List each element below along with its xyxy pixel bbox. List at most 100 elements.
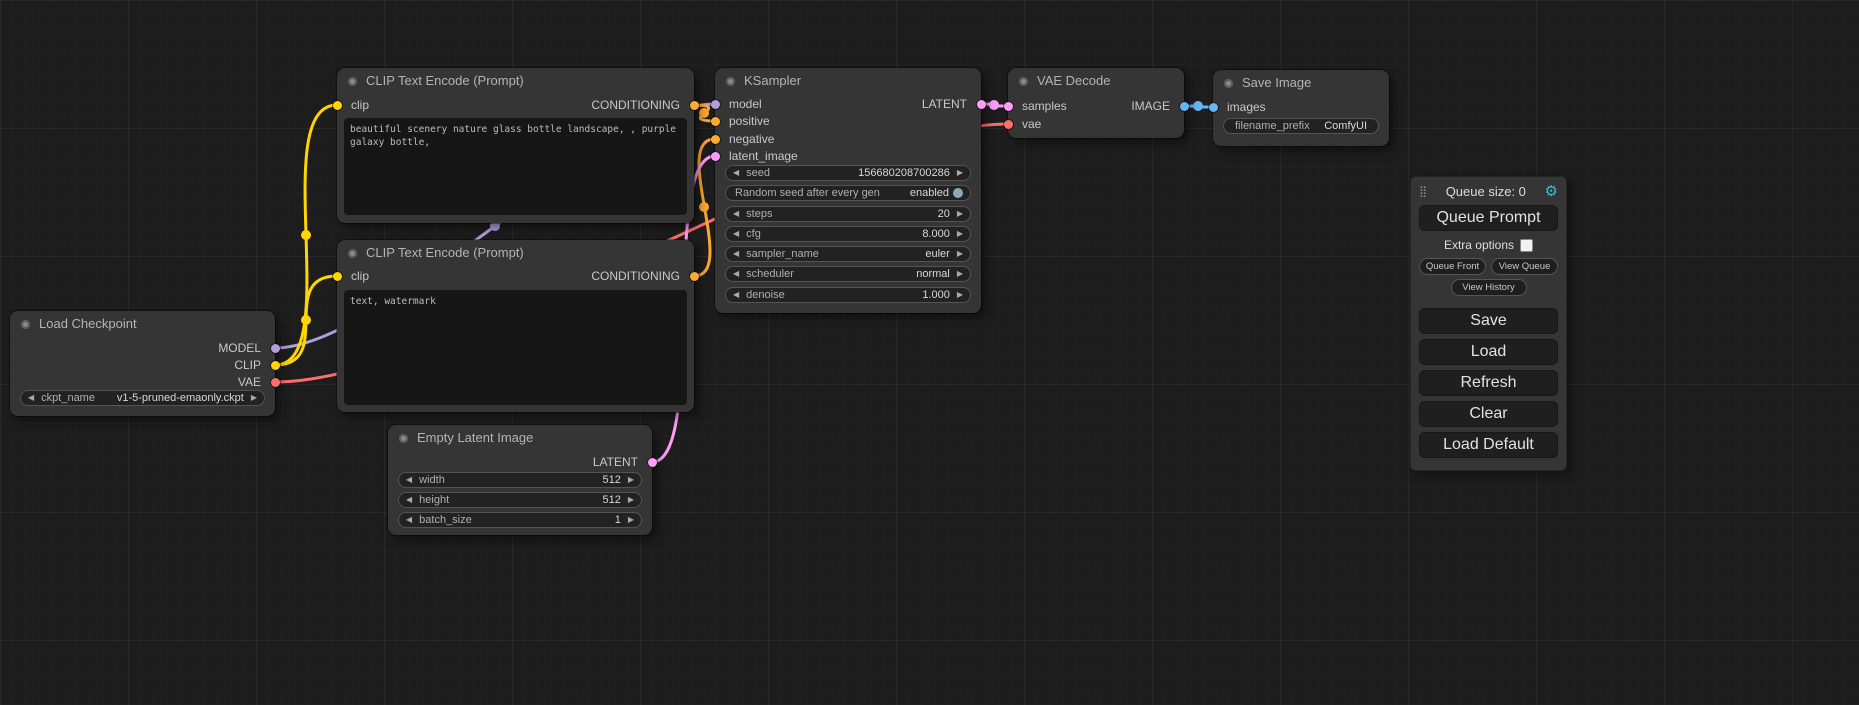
increment-arrow-icon[interactable]: ▶ xyxy=(957,227,963,241)
output-port-latent[interactable] xyxy=(648,458,657,467)
node-title: VAE Decode xyxy=(1037,73,1110,88)
queue-prompt-button[interactable]: Queue Prompt xyxy=(1419,205,1558,231)
increment-arrow-icon[interactable]: ▶ xyxy=(628,473,634,487)
node-title-bar[interactable]: CLIP Text Encode (Prompt) xyxy=(337,240,694,266)
output-port-model[interactable] xyxy=(271,344,280,353)
node-graph-canvas[interactable]: Load Checkpoint MODEL CLIP VAE ◀ ckpt_na… xyxy=(0,0,1859,705)
prompt-textarea[interactable]: beautiful scenery nature glass bottle la… xyxy=(344,118,687,215)
increment-arrow-icon[interactable]: ▶ xyxy=(957,288,963,302)
node-title: KSampler xyxy=(744,73,801,88)
node-title-bar[interactable]: CLIP Text Encode (Prompt) xyxy=(337,68,694,94)
output-port-clip[interactable] xyxy=(271,361,280,370)
input-port-latent-image[interactable] xyxy=(711,152,720,161)
load-button[interactable]: Load xyxy=(1419,339,1558,365)
widget-ckpt-name[interactable]: ◀ ckpt_name v1-5-pruned-emaonly.ckpt ▶ xyxy=(20,390,265,406)
save-button[interactable]: Save xyxy=(1419,308,1558,334)
output-port-conditioning[interactable] xyxy=(690,101,699,110)
widget-filename-prefix[interactable]: filename_prefix ComfyUI xyxy=(1223,118,1379,134)
input-port-images[interactable] xyxy=(1209,103,1218,112)
decrement-arrow-icon[interactable]: ◀ xyxy=(28,391,34,405)
increment-arrow-icon[interactable]: ▶ xyxy=(628,493,634,507)
decrement-arrow-icon[interactable]: ◀ xyxy=(406,513,412,527)
widget-height[interactable]: ◀ height 512 ▶ xyxy=(398,492,642,508)
view-history-button[interactable]: View History xyxy=(1451,279,1527,296)
node-title: Empty Latent Image xyxy=(417,430,533,445)
widget-sampler-name[interactable]: ◀ sampler_name euler ▶ xyxy=(725,246,971,262)
node-ksampler[interactable]: KSampler model LATENT positive negative … xyxy=(715,68,981,313)
node-title: CLIP Text Encode (Prompt) xyxy=(366,245,524,260)
prompt-textarea[interactable]: text, watermark xyxy=(344,290,687,405)
node-clip-text-encode-negative[interactable]: CLIP Text Encode (Prompt) clip CONDITION… xyxy=(337,240,694,412)
clear-button[interactable]: Clear xyxy=(1419,401,1558,427)
decrement-arrow-icon[interactable]: ◀ xyxy=(733,267,739,281)
output-slot-latent: LATENT xyxy=(388,454,652,470)
input-port-positive[interactable] xyxy=(711,117,720,126)
input-port-vae[interactable] xyxy=(1004,120,1013,129)
decrement-arrow-icon[interactable]: ◀ xyxy=(733,207,739,221)
input-port-negative[interactable] xyxy=(711,135,720,144)
decrement-arrow-icon[interactable]: ◀ xyxy=(733,288,739,302)
widget-random-seed-toggle[interactable]: Random seed after every gen enabled xyxy=(725,185,971,201)
collapse-icon[interactable] xyxy=(399,434,408,443)
collapse-icon[interactable] xyxy=(21,320,30,329)
increment-arrow-icon[interactable]: ▶ xyxy=(957,267,963,281)
widget-batch-size[interactable]: ◀ batch_size 1 ▶ xyxy=(398,512,642,528)
collapse-icon[interactable] xyxy=(1019,77,1028,86)
toggle-dot-icon[interactable] xyxy=(953,188,963,198)
increment-arrow-icon[interactable]: ▶ xyxy=(957,166,963,180)
drag-handle-icon[interactable]: ⣿ xyxy=(1419,185,1427,198)
node-vae-decode[interactable]: VAE Decode samples IMAGE vae xyxy=(1008,68,1184,138)
node-title-bar[interactable]: Empty Latent Image xyxy=(388,425,652,451)
collapse-icon[interactable] xyxy=(348,249,357,258)
node-title-bar[interactable]: KSampler xyxy=(715,68,981,94)
link-midpoint-clip-positive xyxy=(301,230,311,240)
widget-seed[interactable]: ◀ seed 156680208700286 ▶ xyxy=(725,165,971,181)
widget-value: normal xyxy=(916,268,950,280)
output-port-vae[interactable] xyxy=(271,378,280,387)
increment-arrow-icon[interactable]: ▶ xyxy=(628,513,634,527)
decrement-arrow-icon[interactable]: ◀ xyxy=(733,166,739,180)
decrement-arrow-icon[interactable]: ◀ xyxy=(406,473,412,487)
output-port-conditioning[interactable] xyxy=(690,272,699,281)
node-save-image[interactable]: Save Image images filename_prefix ComfyU… xyxy=(1213,70,1389,146)
output-port-image[interactable] xyxy=(1180,102,1189,111)
decrement-arrow-icon[interactable]: ◀ xyxy=(733,247,739,261)
widget-label: sampler_name xyxy=(746,248,819,260)
widget-value: 8.000 xyxy=(922,228,950,240)
output-port-latent[interactable] xyxy=(977,100,986,109)
load-default-button[interactable]: Load Default xyxy=(1419,432,1558,458)
widget-steps[interactable]: ◀ steps 20 ▶ xyxy=(725,206,971,222)
widget-label: batch_size xyxy=(419,514,472,526)
node-title: CLIP Text Encode (Prompt) xyxy=(366,73,524,88)
widget-width[interactable]: ◀ width 512 ▶ xyxy=(398,472,642,488)
node-load-checkpoint[interactable]: Load Checkpoint MODEL CLIP VAE ◀ ckpt_na… xyxy=(10,311,275,416)
view-queue-button[interactable]: View Queue xyxy=(1491,258,1558,275)
widget-denoise[interactable]: ◀ denoise 1.000 ▶ xyxy=(725,287,971,303)
node-title-bar[interactable]: VAE Decode xyxy=(1008,68,1184,94)
output-slot-vae: VAE xyxy=(10,374,275,390)
node-clip-text-encode-positive[interactable]: CLIP Text Encode (Prompt) clip CONDITION… xyxy=(337,68,694,223)
settings-gear-icon[interactable]: ⚙ xyxy=(1545,182,1558,200)
decrement-arrow-icon[interactable]: ◀ xyxy=(406,493,412,507)
collapse-icon[interactable] xyxy=(348,77,357,86)
decrement-arrow-icon[interactable]: ◀ xyxy=(733,227,739,241)
node-title-bar[interactable]: Load Checkpoint xyxy=(10,311,275,337)
node-title-bar[interactable]: Save Image xyxy=(1213,70,1389,96)
extra-options-checkbox[interactable] xyxy=(1520,239,1533,252)
queue-front-button[interactable]: Queue Front xyxy=(1419,258,1486,275)
widget-value: 1.000 xyxy=(922,289,950,301)
widget-label: scheduler xyxy=(746,268,794,280)
slot-label: positive xyxy=(729,114,770,128)
widget-scheduler[interactable]: ◀ scheduler normal ▶ xyxy=(725,266,971,282)
node-title: Save Image xyxy=(1242,75,1311,90)
refresh-button[interactable]: Refresh xyxy=(1419,370,1558,396)
widget-label: ckpt_name xyxy=(41,392,95,404)
increment-arrow-icon[interactable]: ▶ xyxy=(957,207,963,221)
collapse-icon[interactable] xyxy=(726,77,735,86)
increment-arrow-icon[interactable]: ▶ xyxy=(957,247,963,261)
widget-label: steps xyxy=(746,208,772,220)
widget-cfg[interactable]: ◀ cfg 8.000 ▶ xyxy=(725,226,971,242)
collapse-icon[interactable] xyxy=(1224,79,1233,88)
node-empty-latent-image[interactable]: Empty Latent Image LATENT ◀ width 512 ▶ … xyxy=(388,425,652,535)
increment-arrow-icon[interactable]: ▶ xyxy=(251,391,257,405)
